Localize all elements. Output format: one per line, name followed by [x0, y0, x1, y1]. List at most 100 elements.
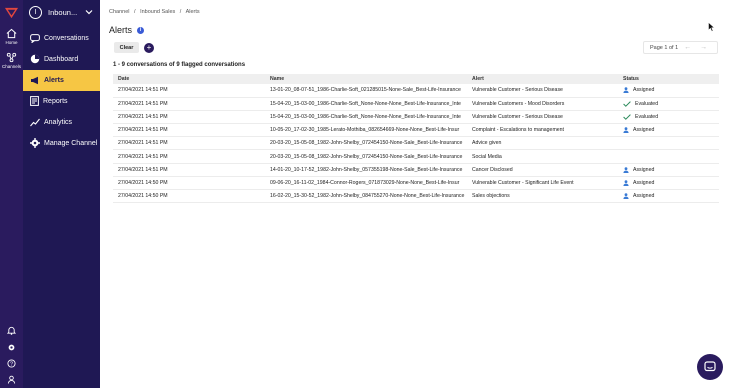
- status-badge: Assigned: [623, 87, 719, 94]
- breadcrumb: Channel / Inbound Sales / Alerts: [109, 9, 203, 15]
- cell-date: 27/04/2021 14:51 PM: [113, 149, 265, 164]
- app-logo[interactable]: [4, 5, 19, 20]
- sidebar-item-manage-channel[interactable]: Manage Channel: [23, 133, 100, 154]
- table-row[interactable]: 27/04/2021 14:51 PM 15-04-20_15-03-00_198…: [113, 110, 719, 125]
- sidebar-item-dashboard[interactable]: Dashboard: [23, 49, 100, 70]
- info-icon[interactable]: i: [137, 26, 145, 34]
- table-row[interactable]: 27/04/2021 14:51 PM 13-01-20_08-07-51_198…: [113, 84, 719, 98]
- sidebar-nav: Conversations Dashboard Alerts Reports A…: [23, 28, 100, 154]
- cell-alert: Sales objections: [467, 189, 618, 204]
- table-row[interactable]: 27/04/2021 14:51 PM 10-05-20_17-02-30_198…: [113, 123, 719, 138]
- sidebar-item-analytics[interactable]: Analytics: [23, 112, 100, 133]
- workspace-selector[interactable]: I Inboun...: [29, 4, 97, 20]
- user-icon: [623, 87, 629, 94]
- user-icon: [623, 167, 629, 173]
- sidebar-item-label: Manage Channel: [44, 139, 98, 147]
- svg-text:?: ?: [10, 362, 13, 368]
- check-icon: [623, 101, 631, 107]
- add-filter-button[interactable]: +: [144, 43, 154, 53]
- cell-status: Evaluated: [618, 97, 719, 111]
- gear-icon: [30, 138, 40, 149]
- status-badge: Assigned: [623, 167, 719, 173]
- page-title-row: Alerts i: [109, 25, 145, 35]
- column-header-alert[interactable]: Alert: [467, 74, 618, 84]
- cell-date: 27/04/2021 14:51 PM: [113, 84, 265, 98]
- user-icon: [623, 127, 629, 134]
- check-icon: [623, 114, 631, 120]
- cell-alert: Cancer Disclosed: [467, 163, 618, 177]
- breadcrumb-alerts: Alerts: [185, 9, 200, 15]
- megaphone-icon: [31, 76, 38, 84]
- cell-alert: Complaint - Escalations to management: [467, 123, 618, 138]
- cell-status: Assigned: [618, 176, 719, 191]
- cell-name: 14-01-20_10-17-52_1982-John-Shelby_05735…: [265, 163, 467, 177]
- status-label: Evaluated: [635, 113, 659, 120]
- cell-date: 27/04/2021 14:51 PM: [113, 110, 265, 125]
- rail-channels-label: Channels: [1, 64, 21, 69]
- breadcrumb-channel[interactable]: Channel: [109, 9, 130, 15]
- sidebar-item-alerts[interactable]: Alerts: [23, 70, 100, 91]
- table-row[interactable]: 27/04/2021 14:50 PM 09-06-20_16-11-02_198…: [113, 176, 719, 191]
- column-header-status[interactable]: Status: [618, 74, 719, 84]
- sidebar-item-label: Reports: [43, 97, 68, 105]
- profile-button[interactable]: [0, 375, 23, 384]
- notifications-button[interactable]: [0, 326, 23, 335]
- cell-alert: Vulnerable Customers - Mood Disorders: [467, 97, 618, 111]
- user-icon: [623, 180, 629, 186]
- gear-icon: [8, 344, 15, 351]
- sidebar-item-label: Dashboard: [44, 55, 79, 63]
- status-badge: Evaluated: [623, 114, 719, 120]
- page-title: Alerts: [109, 25, 133, 35]
- sidebar-item-conversations[interactable]: Conversations: [23, 28, 100, 49]
- status-badge: Assigned: [623, 193, 719, 200]
- table-row[interactable]: 27/04/2021 14:51 PM 15-04-20_15-03-00_198…: [113, 97, 719, 111]
- cell-date: 27/04/2021 14:51 PM: [113, 97, 265, 111]
- results-summary: 1 - 9 conversations of 9 flagged convers…: [113, 62, 246, 68]
- table-row[interactable]: 27/04/2021 14:50 PM 16-02-20_15-30-52_198…: [113, 189, 719, 204]
- cell-status: [618, 149, 719, 164]
- settings-button[interactable]: [0, 343, 23, 352]
- next-page-button[interactable]: →: [700, 44, 707, 51]
- cell-name: 16-02-20_15-30-52_1982-John-Shelby_08475…: [265, 189, 467, 204]
- bell-icon: [7, 326, 16, 335]
- clear-button[interactable]: Clear: [114, 42, 139, 53]
- channels-icon: [6, 52, 17, 63]
- cell-status: Assigned: [618, 163, 719, 177]
- column-header-date[interactable]: Date: [113, 74, 265, 84]
- status-badge: Evaluated: [623, 101, 719, 107]
- previous-page-button[interactable]: ←: [684, 44, 691, 51]
- rail-home-button[interactable]: Home: [0, 28, 23, 45]
- cell-alert: Social Media: [467, 149, 618, 164]
- status-label: Assigned: [633, 127, 655, 134]
- pagination: Page 1 of 1 ← →: [643, 41, 718, 54]
- cell-name: 15-04-20_15-03-00_1986-Charlie-Soft_None…: [265, 97, 467, 111]
- report-icon: [30, 96, 39, 107]
- home-icon: [6, 28, 17, 39]
- table-row[interactable]: 27/04/2021 14:51 PM 20-03-20_15-05-08_198…: [113, 149, 719, 164]
- cell-name: 20-03-20_15-05-08_1982-John-Shelby_07245…: [265, 149, 467, 164]
- cell-status: Evaluated: [618, 110, 719, 125]
- cell-status: Assigned: [618, 189, 719, 204]
- table-row[interactable]: 27/04/2021 14:51 PM 20-03-20_15-05-08_198…: [113, 136, 719, 151]
- help-icon: ?: [7, 359, 16, 368]
- status-label: Evaluated: [635, 100, 659, 107]
- workspace-avatar: I: [29, 5, 42, 19]
- cell-name: 13-01-20_08-07-51_1986-Charlie-Soft_0212…: [265, 84, 467, 98]
- column-header-name[interactable]: Name: [265, 74, 467, 84]
- workspace-name: Inboun...: [48, 7, 78, 17]
- cell-date: 27/04/2021 14:51 PM: [113, 163, 265, 177]
- cell-alert: Advice given: [467, 136, 618, 151]
- help-button[interactable]: ?: [0, 359, 23, 368]
- breadcrumb-inbound-sales[interactable]: Inbound Sales: [140, 9, 175, 15]
- page-indicator: Page 1 of 1: [650, 44, 679, 51]
- cell-status: [618, 136, 719, 151]
- chat-icon: [30, 33, 40, 43]
- app-rail: Home Channels ?: [0, 0, 23, 388]
- chat-bubble-icon: [704, 361, 716, 372]
- table-row[interactable]: 27/04/2021 14:51 PM 14-01-20_10-17-52_198…: [113, 163, 719, 177]
- sidebar-item-label: Alerts: [44, 76, 64, 84]
- main-content: Channel / Inbound Sales / Alerts Alerts …: [100, 0, 731, 388]
- chat-support-button[interactable]: [697, 354, 723, 380]
- sidebar-item-reports[interactable]: Reports: [23, 91, 100, 112]
- rail-channels-button[interactable]: Channels: [0, 52, 23, 69]
